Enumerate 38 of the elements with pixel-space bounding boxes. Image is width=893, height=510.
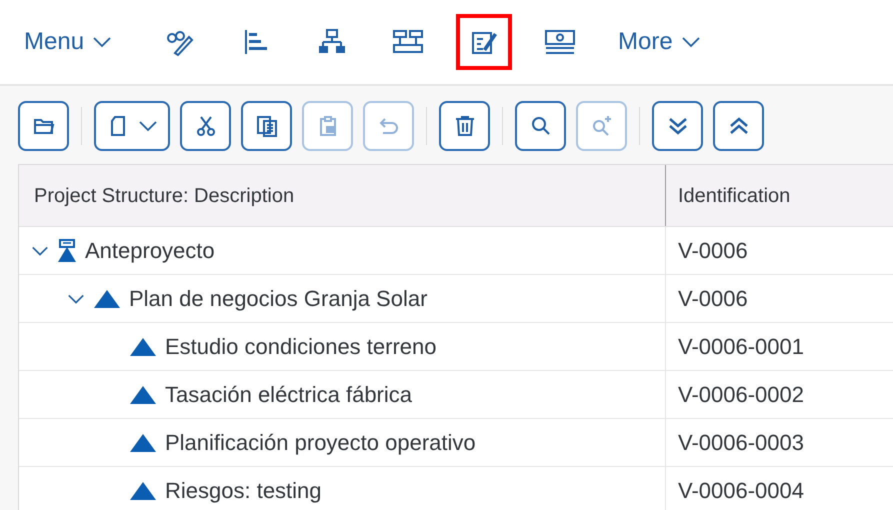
table-cell-text: V-0006-0001 <box>677 333 805 361</box>
expand-all-button[interactable] <box>652 101 703 151</box>
tree-item-label[interactable]: Anteproyecto <box>85 234 215 267</box>
new-dropdown-button[interactable] <box>94 101 170 151</box>
toolbar-button[interactable] <box>456 14 512 70</box>
tree-item-label[interactable]: Estudio condiciones terreno <box>165 330 436 363</box>
tree-item-label[interactable]: Riesgos: testing <box>165 474 322 507</box>
copy-button[interactable] <box>241 101 292 151</box>
tree-item-label[interactable]: Planificación proyecto operativo <box>165 426 476 459</box>
triangle-icon <box>93 288 121 308</box>
search-button[interactable] <box>515 101 566 151</box>
delete-button[interactable] <box>439 101 490 151</box>
triangle-icon <box>129 336 157 356</box>
tree-item-label[interactable]: Plan de negocios Granja Solar <box>129 282 428 315</box>
copy-icon <box>254 114 278 138</box>
column-header: Identification <box>677 184 792 208</box>
banknote-icon <box>544 27 576 57</box>
chevron-down-icon <box>138 120 158 132</box>
table-cell-text: V-0006 <box>677 237 749 265</box>
table-cell-text: V-0006-0002 <box>677 381 805 409</box>
triangle-icon <box>129 480 157 500</box>
cut-button[interactable] <box>180 101 231 151</box>
collapse-all-button[interactable] <box>713 101 764 151</box>
project-icon <box>57 238 77 262</box>
table-cell-text: V-0006 <box>677 285 749 313</box>
chevron-down-icon <box>92 36 112 48</box>
column-header: Project Structure: Description <box>19 165 666 226</box>
triangle-icon <box>129 432 157 452</box>
chevron-down-icon[interactable] <box>31 244 49 256</box>
chevron-down-icon <box>680 36 701 48</box>
chevron-down-icon[interactable] <box>67 292 85 304</box>
table-cell-text: V-0006-0003 <box>677 429 805 457</box>
menu-button[interactable]: Menu <box>24 24 112 60</box>
more-button[interactable]: More <box>618 24 701 60</box>
open-button[interactable] <box>18 101 69 151</box>
triangle-icon <box>129 384 157 404</box>
tree-item-label[interactable]: Tasación eléctrica fábrica <box>165 378 412 411</box>
table-cell-text: V-0006-0004 <box>677 477 805 505</box>
